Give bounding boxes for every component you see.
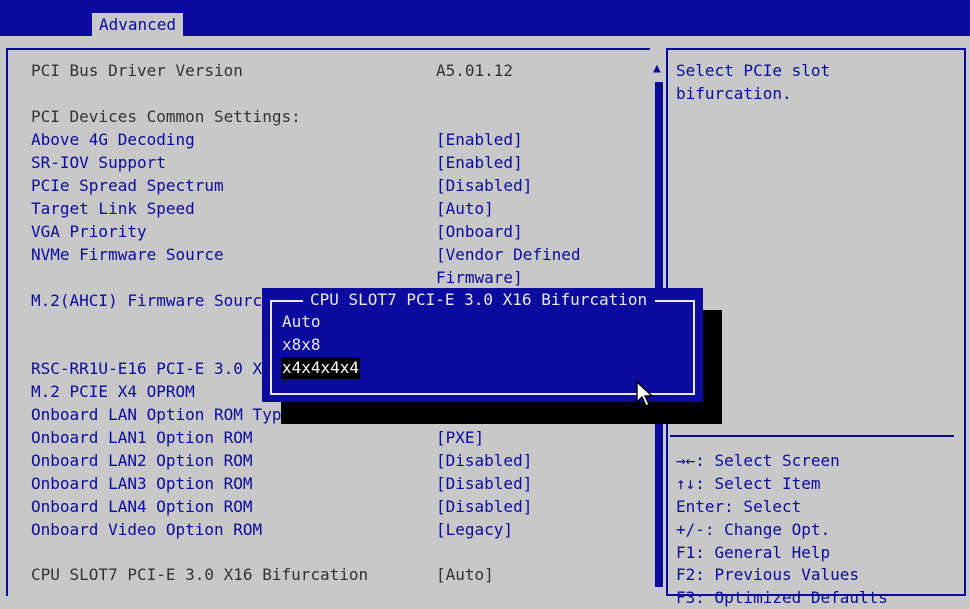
setting-value-nvme-firmware-source[interactable]: [Vendor Defined [436, 244, 581, 266]
help-key-general-help: F1: General Help [676, 543, 831, 562]
help-key-change-opt: +/-: Change Opt. [676, 520, 831, 539]
help-key-previous-values: F2: Previous Values [676, 565, 860, 584]
setting-value-onboard-lan2-option-rom[interactable]: [Disabled] [436, 450, 532, 472]
top-bar-divider [0, 36, 970, 40]
help-description-line2: bifurcation. [676, 84, 792, 103]
setting-label-onboard-video-option-rom[interactable]: Onboard Video Option ROM [31, 519, 262, 541]
tab-advanced[interactable]: Advanced [92, 13, 184, 36]
setting-value-target-link-speed[interactable]: [Auto] [436, 198, 494, 220]
setting-label-above-4g-decoding[interactable]: Above 4G Decoding [31, 129, 195, 151]
mouse-pointer-icon [636, 381, 654, 407]
setting-label-onboard-lan-option-rom-type[interactable]: Onboard LAN Option ROM Typ [31, 404, 281, 426]
popup-frame [270, 300, 695, 395]
setting-value-onboard-lan4-option-rom[interactable]: [Disabled] [436, 496, 532, 518]
setting-value-vga-priority[interactable]: [Onboard] [436, 221, 523, 243]
pci-bus-driver-value: A5.01.12 [436, 61, 514, 80]
setting-value-above-4g-decoding[interactable]: [Enabled] [436, 129, 523, 151]
setting-label-onboard-lan3-option-rom[interactable]: Onboard LAN3 Option ROM [31, 473, 253, 495]
selected-setting-label[interactable]: CPU SLOT7 PCI-E 3.0 X16 Bifurcation [31, 564, 368, 586]
setting-value-onboard-lan1-option-rom[interactable]: [PXE] [436, 427, 484, 449]
popup-option-auto[interactable]: Auto [281, 311, 322, 333]
selected-setting-value[interactable]: [Auto] [436, 564, 494, 586]
setting-label-onboard-lan4-option-rom[interactable]: Onboard LAN4 Option ROM [31, 496, 253, 518]
setting-label-m2-pcie-x4-oprom[interactable]: M.2 PCIE X4 OPROM [31, 381, 195, 403]
popup-title-rule-left [270, 300, 303, 302]
help-divider [670, 435, 954, 437]
scroll-up-arrow-icon[interactable]: ▲ [653, 62, 661, 76]
setting-label-nvme-firmware-source[interactable]: NVMe Firmware Source [31, 244, 224, 266]
popup-option-x4x4x4x4[interactable]: x4x4x4x4 [281, 357, 361, 379]
help-description-line1: Select PCIe slot [676, 61, 831, 80]
common-settings-heading: PCI Devices Common Settings: [31, 107, 301, 126]
pci-bus-driver-label: PCI Bus Driver Version [31, 61, 243, 80]
setting-value-onboard-lan3-option-rom[interactable]: [Disabled] [436, 473, 532, 495]
help-key-optimized-defaults: F3: Optimized Defaults [676, 588, 888, 607]
setting-label-target-link-speed[interactable]: Target Link Speed [31, 198, 195, 220]
setting-value-sr-iov-support[interactable]: [Enabled] [436, 152, 523, 174]
popup-title-rule-right [655, 300, 695, 302]
popup-title: CPU SLOT7 PCI-E 3.0 X16 Bifurcation [303, 289, 655, 311]
setting-label-onboard-lan2-option-rom[interactable]: Onboard LAN2 Option ROM [31, 450, 253, 472]
help-key-select-item: ↑↓: Select Item [676, 474, 821, 493]
help-key-enter: Enter: Select [676, 497, 802, 516]
setting-label-pcie-spread-spectrum[interactable]: PCIe Spread Spectrum [31, 175, 224, 197]
setting-label-rsc-rr1u-e16[interactable]: RSC-RR1U-E16 PCI-E 3.0 X [31, 358, 262, 380]
setting-value-onboard-video-option-rom[interactable]: [Legacy] [436, 519, 513, 541]
setting-label-m2-ahci-firmware-source[interactable]: M.2(AHCI) Firmware Sourc [31, 290, 262, 312]
popup-option-x8x8[interactable]: x8x8 [281, 334, 322, 356]
setting-value-pcie-spread-spectrum[interactable]: [Disabled] [436, 175, 532, 197]
setting-label-sr-iov-support[interactable]: SR-IOV Support [31, 152, 166, 174]
setting-label-onboard-lan1-option-rom[interactable]: Onboard LAN1 Option ROM [31, 427, 253, 449]
setting-value-nvme-firmware-source-cont[interactable]: Firmware] [436, 267, 523, 289]
help-key-select-screen: →←: Select Screen [676, 451, 840, 470]
setting-label-vga-priority[interactable]: VGA Priority [31, 221, 147, 243]
